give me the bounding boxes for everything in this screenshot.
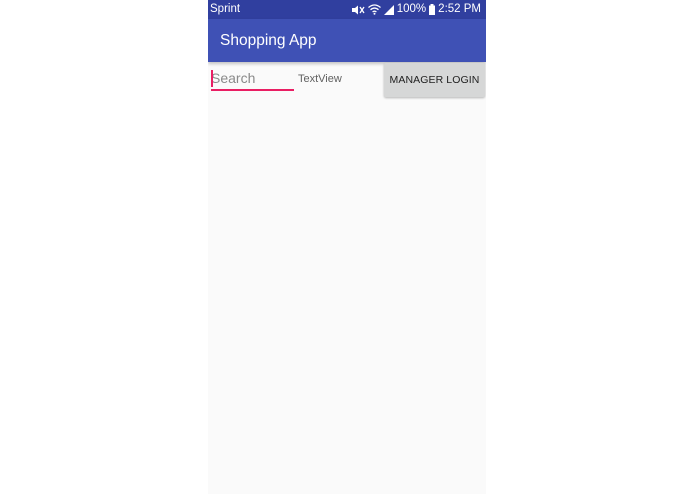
status-bar: Sprint 100% 2:52 PM bbox=[208, 0, 486, 19]
signal-icon bbox=[383, 4, 394, 15]
search-input[interactable] bbox=[211, 67, 294, 89]
search-underline bbox=[211, 89, 294, 91]
mute-icon bbox=[351, 4, 365, 16]
app-bar: Shopping App bbox=[208, 19, 486, 62]
text-cursor bbox=[211, 70, 213, 87]
search-field[interactable] bbox=[211, 67, 294, 91]
textview-label: TextView bbox=[298, 73, 342, 85]
battery-icon bbox=[429, 4, 436, 15]
wifi-icon bbox=[367, 4, 381, 15]
status-icons: 100% 2:52 PM bbox=[351, 0, 481, 19]
phone-screen: Sprint 100% 2:52 PM Shopping App Search … bbox=[208, 0, 486, 494]
carrier-name: Sprint bbox=[210, 3, 241, 15]
app-title: Shopping App bbox=[220, 32, 317, 49]
manager-login-button[interactable]: MANAGER LOGIN bbox=[384, 63, 485, 97]
battery-percent: 100% bbox=[396, 3, 427, 15]
clock: 2:52 PM bbox=[438, 3, 481, 15]
